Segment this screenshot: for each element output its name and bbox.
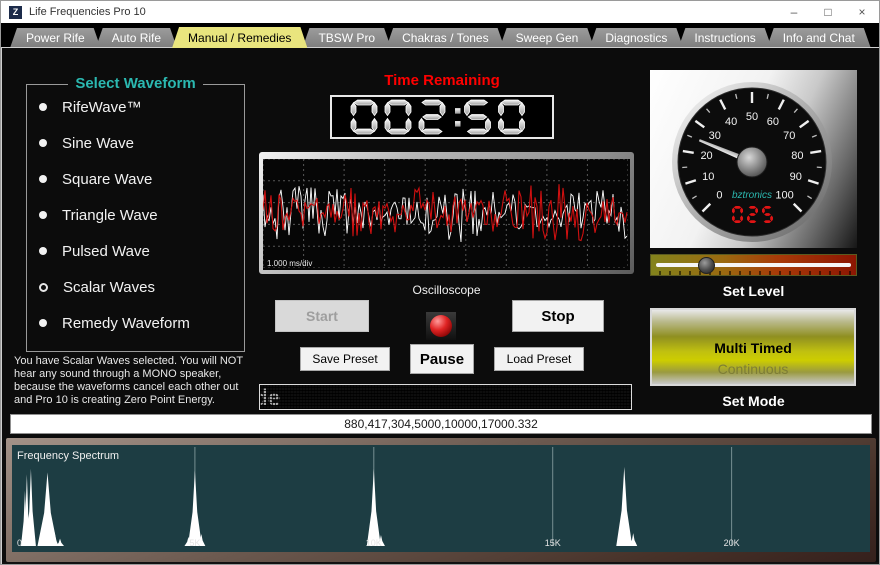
set-level-slider[interactable] <box>650 254 857 276</box>
waveform-option-scalar-waves[interactable]: Scalar Waves <box>39 276 155 298</box>
radio-icon <box>39 103 47 111</box>
oscilloscope-traces <box>263 159 628 268</box>
radio-icon <box>39 211 47 219</box>
svg-text:bztronics: bztronics <box>732 190 772 201</box>
spectrum-chart: 0 5K 10K 15K 20K Frequency Spectrum <box>12 445 868 550</box>
tab-chakras-tones[interactable]: Chakras / Tones <box>386 28 505 48</box>
set-mode-label: Set Mode <box>650 393 857 409</box>
svg-text:100: 100 <box>775 190 793 202</box>
waveform-group-title-text: Select Waveform <box>68 75 202 92</box>
tab-power-rife[interactable]: Power Rife <box>10 28 101 48</box>
svg-text:0: 0 <box>17 538 22 548</box>
svg-text:60: 60 <box>767 116 779 128</box>
slider-ticks <box>651 271 856 275</box>
note-line: and Pro 10 is creating Zero Point Energy… <box>14 394 266 407</box>
frequency-readout: 880,417,304,5000,10000,17000.332 <box>10 414 872 434</box>
radio-icon <box>39 139 47 147</box>
waveform-option-pulsed-wave[interactable]: Pulsed Wave <box>39 240 150 262</box>
waveform-option-square-wave[interactable]: Square Wave <box>39 168 152 190</box>
svg-text:70: 70 <box>783 130 795 142</box>
close-button[interactable]: × <box>845 1 879 23</box>
svg-text:10K: 10K <box>366 538 382 548</box>
mode-option-continuous[interactable]: Continuous <box>652 361 854 377</box>
waveform-option-remedy-waveform[interactable]: Remedy Waveform <box>39 312 190 334</box>
tab-tbsw-pro[interactable]: TBSW Pro <box>302 28 391 48</box>
waveform-option-label: Pulsed Wave <box>62 243 150 260</box>
svg-text:90: 90 <box>790 171 802 183</box>
load-preset-button[interactable]: Load Preset <box>494 347 584 371</box>
mode-option-multi-timed[interactable]: Multi Timed <box>652 340 854 356</box>
app-window: Z Life Frequencies Pro 10 – □ × Power Ri… <box>0 0 880 565</box>
note-line: You have Scalar Waves selected. You will… <box>14 355 266 368</box>
title-bar: Z Life Frequencies Pro 10 – □ × <box>1 1 879 23</box>
timer-display <box>330 95 554 139</box>
stop-button[interactable]: Stop <box>512 300 604 332</box>
svg-text:0: 0 <box>716 190 722 202</box>
waveform-option-label: Scalar Waves <box>63 279 155 296</box>
radio-icon <box>39 319 47 327</box>
waveform-option-label: Triangle Wave <box>62 207 158 224</box>
waveform-group: Select Waveform RifeWave™Sine WaveSquare… <box>26 84 245 352</box>
spectrum-screen: 0 5K 10K 15K 20K Frequency Spectrum <box>12 445 870 552</box>
waveform-option-sine-wave[interactable]: Sine Wave <box>39 132 134 154</box>
svg-text:40: 40 <box>725 116 737 128</box>
svg-text:50: 50 <box>746 111 758 123</box>
window-controls: – □ × <box>777 1 879 23</box>
svg-text:10: 10 <box>702 171 714 183</box>
maximize-button[interactable]: □ <box>811 1 845 23</box>
note-line: because the waveforms cancel each other … <box>14 381 266 394</box>
start-button[interactable]: Start <box>275 300 369 332</box>
tab-auto-rife[interactable]: Auto Rife <box>96 28 177 48</box>
waveform-option-label: Square Wave <box>62 171 152 188</box>
svg-text:30: 30 <box>709 130 721 142</box>
svg-text:20: 20 <box>700 150 712 162</box>
waveform-option-rifewave[interactable]: RifeWave™ <box>39 96 141 118</box>
gauge-dial: 010 20 30 40 50 60 70 80 90 100bztronics <box>650 70 857 248</box>
minimize-button[interactable]: – <box>777 1 811 23</box>
marquee-dot-grid <box>260 385 631 409</box>
waveform-note: You have Scalar Waves selected. You will… <box>14 355 266 407</box>
window-title: Life Frequencies Pro 10 <box>29 6 146 18</box>
save-preset-button[interactable]: Save Preset <box>300 347 390 371</box>
spectrum-panel: 0 5K 10K 15K 20K Frequency Spectrum <box>6 438 876 562</box>
waveform-option-label: RifeWave™ <box>62 99 141 116</box>
svg-text:15K: 15K <box>545 538 561 548</box>
tab-info-and-chat[interactable]: Info and Chat <box>767 28 871 48</box>
led-lamp-icon <box>430 315 452 337</box>
tab-bar: Power RifeAuto RifeManual / RemediesTBSW… <box>1 23 879 48</box>
main-content: Select Waveform RifeWave™ Sine Wave Square… <box>1 47 880 565</box>
svg-text:80: 80 <box>791 150 803 162</box>
waveform-option-label: Sine Wave <box>62 135 134 152</box>
waveform-group-title: Select Waveform <box>27 75 244 93</box>
note-line: hear any sound through a MONO speaker, <box>14 368 266 381</box>
oscilloscope-screen: 1.000 ms/div <box>263 159 630 270</box>
timer-label: Time Remaining <box>332 72 552 89</box>
message-marquee: de <box>259 384 632 410</box>
tab-manual-remedies[interactable]: Manual / Remedies <box>172 27 307 48</box>
tab-sweep-gen[interactable]: Sweep Gen <box>500 28 595 48</box>
radio-icon <box>39 175 47 183</box>
tab-diagnostics[interactable]: Diagnostics <box>589 28 683 48</box>
scope-scale-label: 1.000 ms/div <box>267 259 312 268</box>
svg-text:5K: 5K <box>189 538 200 548</box>
status-led <box>426 312 456 340</box>
slider-groove <box>656 263 851 267</box>
svg-text:20K: 20K <box>724 538 740 548</box>
level-gauge: 010 20 30 40 50 60 70 80 90 100bztronics <box>650 70 857 248</box>
app-icon: Z <box>9 6 22 19</box>
set-level-label: Set Level <box>650 283 857 299</box>
oscilloscope-label: Oscilloscope <box>259 283 634 297</box>
waveform-option-triangle-wave[interactable]: Triangle Wave <box>39 204 158 226</box>
oscilloscope-display: 1.000 ms/div <box>259 152 634 274</box>
radio-icon <box>39 247 47 255</box>
timer-seven-segment <box>332 97 552 137</box>
svg-text:Frequency Spectrum: Frequency Spectrum <box>17 450 119 462</box>
radio-selected-icon <box>39 283 48 292</box>
tab-instructions[interactable]: Instructions <box>678 28 771 48</box>
pause-button[interactable]: Pause <box>410 344 474 374</box>
set-mode-list: Multi Timed Continuous <box>650 308 856 386</box>
waveform-option-label: Remedy Waveform <box>62 315 190 332</box>
